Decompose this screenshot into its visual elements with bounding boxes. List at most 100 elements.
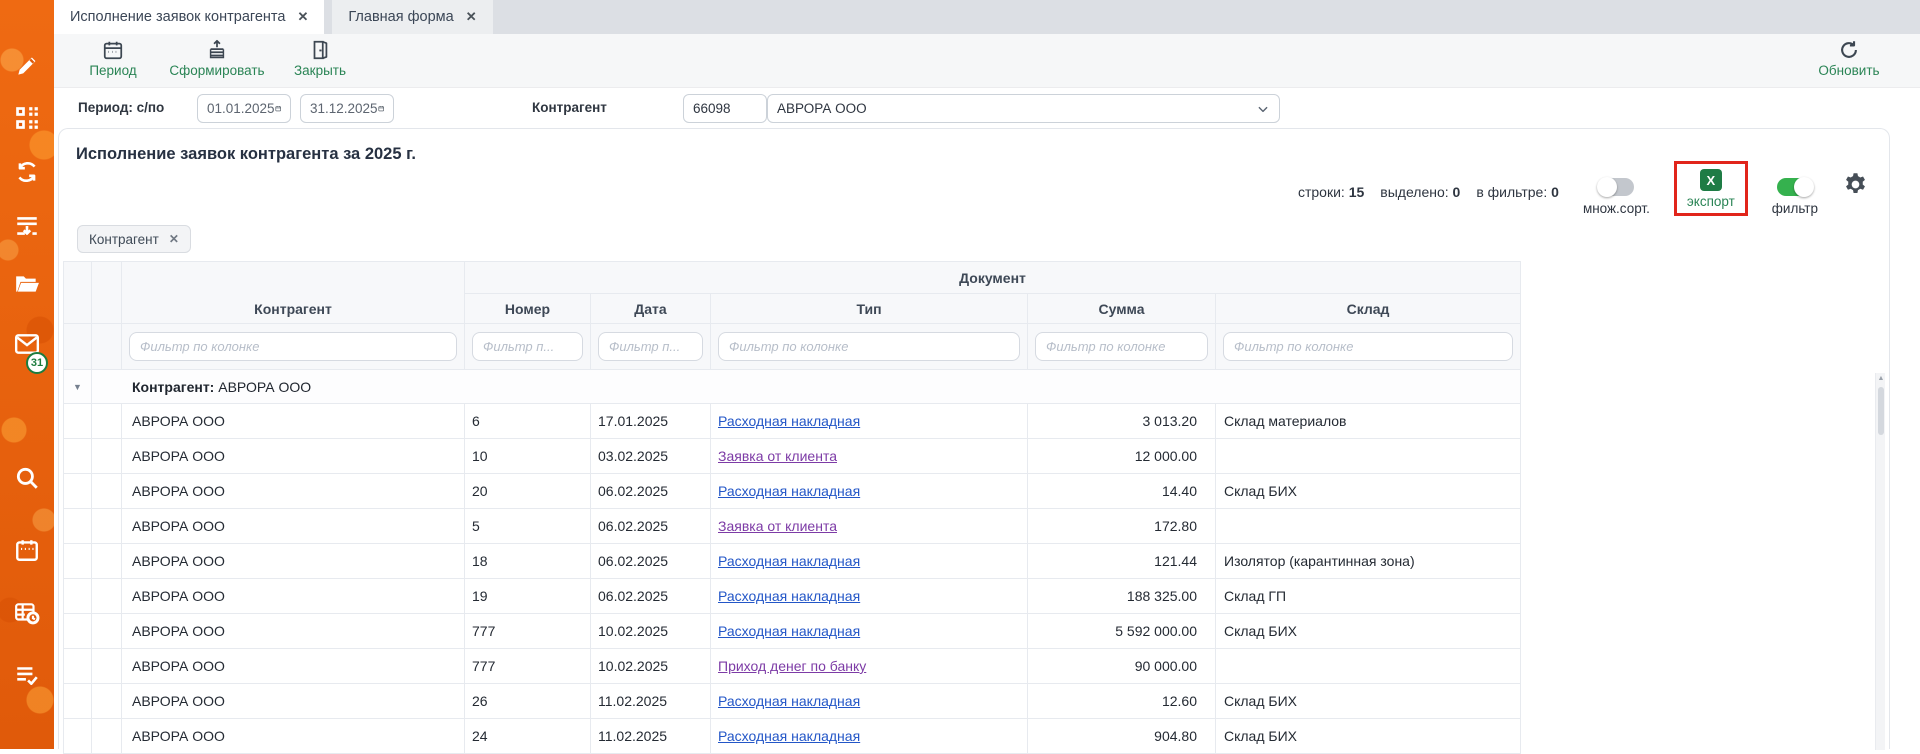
row-expander-cell <box>64 439 92 474</box>
tab-close-icon[interactable]: ✕ <box>297 9 308 25</box>
cell-amount: 121.44 <box>1028 544 1216 579</box>
rows-count-label: строки: <box>1298 184 1345 200</box>
search-icon[interactable] <box>14 465 40 491</box>
cell-date: 06.02.2025 <box>591 474 711 509</box>
cell-warehouse: Склад БИХ <box>1216 684 1521 719</box>
doc-type-link[interactable]: Расходная накладная <box>718 483 860 499</box>
calendar-icon[interactable] <box>378 101 384 116</box>
calendar-icon[interactable] <box>14 537 40 563</box>
table-clock-icon[interactable] <box>14 600 40 626</box>
column-header-amount[interactable]: Сумма <box>1028 294 1216 324</box>
chip-close-icon[interactable]: ✕ <box>169 232 179 246</box>
date-from-input[interactable]: 01.01.2025 <box>197 94 291 123</box>
doc-type-link[interactable]: Расходная накладная <box>718 623 860 639</box>
table-row[interactable]: АВРОРА ООО2611.02.2025Расходная накладна… <box>64 684 1521 719</box>
filter-input-number[interactable] <box>472 332 583 361</box>
generate-button[interactable]: Сформировать <box>162 39 272 78</box>
spacer-column-header <box>92 262 122 324</box>
grid-controls: строки: 15 выделено: 0 в фильтре: 0 множ… <box>1298 161 1869 216</box>
scroll-up-icon[interactable]: ▲ <box>1876 375 1886 382</box>
export-highlight-box[interactable]: X экспорт <box>1674 161 1748 216</box>
column-header-type[interactable]: Тип <box>711 294 1028 324</box>
contragent-code-input[interactable]: 66098 <box>683 94 767 123</box>
vertical-scrollbar[interactable]: ▲ <box>1875 373 1885 750</box>
collapse-triangle-icon[interactable]: ▼ <box>64 370 92 404</box>
row-expander-cell <box>64 614 92 649</box>
table-row[interactable]: АВРОРА ООО617.01.2025Расходная накладная… <box>64 404 1521 439</box>
table-row[interactable]: АВРОРА ООО1806.02.2025Расходная накладна… <box>64 544 1521 579</box>
table-row[interactable]: АВРОРА ООО77710.02.2025Приход денег по б… <box>64 649 1521 684</box>
refresh-button[interactable]: Обновить <box>1794 39 1904 78</box>
contragent-name-value: АВРОРА ООО <box>777 101 867 116</box>
row-spacer-cell <box>92 404 122 439</box>
row-spacer-cell <box>92 509 122 544</box>
report-title: Исполнение заявок контрагента за 2025 г. <box>76 145 416 164</box>
filter-input-amount[interactable] <box>1035 332 1208 361</box>
table-row[interactable]: АВРОРА ООО1906.02.2025Расходная накладна… <box>64 579 1521 614</box>
checklist-icon[interactable] <box>14 662 40 688</box>
row-spacer-cell <box>92 719 122 754</box>
doc-type-link[interactable]: Заявка от клиента <box>718 518 837 534</box>
scrollbar-thumb[interactable] <box>1878 387 1884 435</box>
selected-count-value: 0 <box>1453 184 1461 200</box>
column-header-warehouse[interactable]: Склад <box>1216 294 1521 324</box>
cell-contragent: АВРОРА ООО <box>122 579 465 614</box>
contragent-code-value: 66098 <box>693 101 731 116</box>
row-spacer-cell <box>92 614 122 649</box>
toggle-off-pill[interactable] <box>1598 178 1634 196</box>
doc-type-link[interactable]: Расходная накладная <box>718 728 860 744</box>
doc-type-link[interactable]: Расходная накладная <box>718 693 860 709</box>
tab-close-icon[interactable]: ✕ <box>466 9 477 25</box>
tab-main-form[interactable]: Главная форма ✕ <box>332 0 492 34</box>
doc-type-link[interactable]: Приход денег по банку <box>718 658 866 674</box>
pencil-icon[interactable] <box>14 53 40 79</box>
cell-amount: 12 000.00 <box>1028 439 1216 474</box>
toggle-on-pill[interactable] <box>1777 178 1813 196</box>
cell-amount: 5 592 000.00 <box>1028 614 1216 649</box>
column-header-number[interactable]: Номер <box>465 294 591 324</box>
table-row[interactable]: АВРОРА ООО77710.02.2025Расходная накладн… <box>64 614 1521 649</box>
cell-amount: 12.60 <box>1028 684 1216 719</box>
cell-warehouse <box>1216 649 1521 684</box>
doc-type-link[interactable]: Расходная накладная <box>718 553 860 569</box>
date-to-input[interactable]: 31.12.2025 <box>300 94 394 123</box>
grouping-chip-contragent[interactable]: Контрагент ✕ <box>77 225 191 253</box>
filter-input-warehouse[interactable] <box>1223 332 1513 361</box>
column-header-contragent[interactable]: Контрагент <box>122 262 465 324</box>
table-row[interactable]: АВРОРА ООО2411.02.2025Расходная накладна… <box>64 719 1521 754</box>
table-row[interactable]: АВРОРА ООО2006.02.2025Расходная накладна… <box>64 474 1521 509</box>
doc-type-link[interactable]: Заявка от клиента <box>718 448 837 464</box>
row-spacer-cell <box>92 649 122 684</box>
group-row-label: Контрагент: <box>132 379 214 395</box>
row-spacer-cell <box>92 544 122 579</box>
close-button[interactable]: Закрыть <box>280 39 360 78</box>
cell-warehouse: Склад БИХ <box>1216 719 1521 754</box>
group-row[interactable]: ▼ Контрагент: АВРОРА ООО <box>64 370 1521 404</box>
collapse-lines-icon[interactable] <box>14 213 40 239</box>
mail-unread-badge: 31 <box>26 352 48 374</box>
cell-warehouse: Склад БИХ <box>1216 614 1521 649</box>
filter-input-contragent[interactable] <box>129 332 457 361</box>
filter-toggle[interactable]: фильтр <box>1772 178 1818 216</box>
period-button[interactable]: Период <box>58 39 168 78</box>
multisort-toggle[interactable]: множ.сорт. <box>1583 178 1650 216</box>
qr-code-icon[interactable] <box>14 105 40 131</box>
cell-warehouse: Склад материалов <box>1216 404 1521 439</box>
doc-type-link[interactable]: Расходная накладная <box>718 413 860 429</box>
row-expander-cell <box>64 719 92 754</box>
sync-icon[interactable] <box>14 159 40 185</box>
cell-contragent: АВРОРА ООО <box>122 614 465 649</box>
filter-input-date[interactable] <box>598 332 703 361</box>
contragent-select[interactable]: АВРОРА ООО <box>767 94 1280 123</box>
folder-icon[interactable] <box>14 271 40 297</box>
doc-type-link[interactable]: Расходная накладная <box>718 588 860 604</box>
table-row[interactable]: АВРОРА ООО1003.02.2025Заявка от клиента1… <box>64 439 1521 474</box>
gear-icon[interactable] <box>1842 171 1869 198</box>
tab-request-execution[interactable]: Исполнение заявок контрагента ✕ <box>54 0 324 34</box>
cell-doc-type: Расходная накладная <box>711 579 1028 614</box>
cell-doc-type: Расходная накладная <box>711 614 1028 649</box>
column-header-date[interactable]: Дата <box>591 294 711 324</box>
table-row[interactable]: АВРОРА ООО506.02.2025Заявка от клиента17… <box>64 509 1521 544</box>
filter-input-type[interactable] <box>718 332 1020 361</box>
calendar-icon[interactable] <box>275 101 281 116</box>
